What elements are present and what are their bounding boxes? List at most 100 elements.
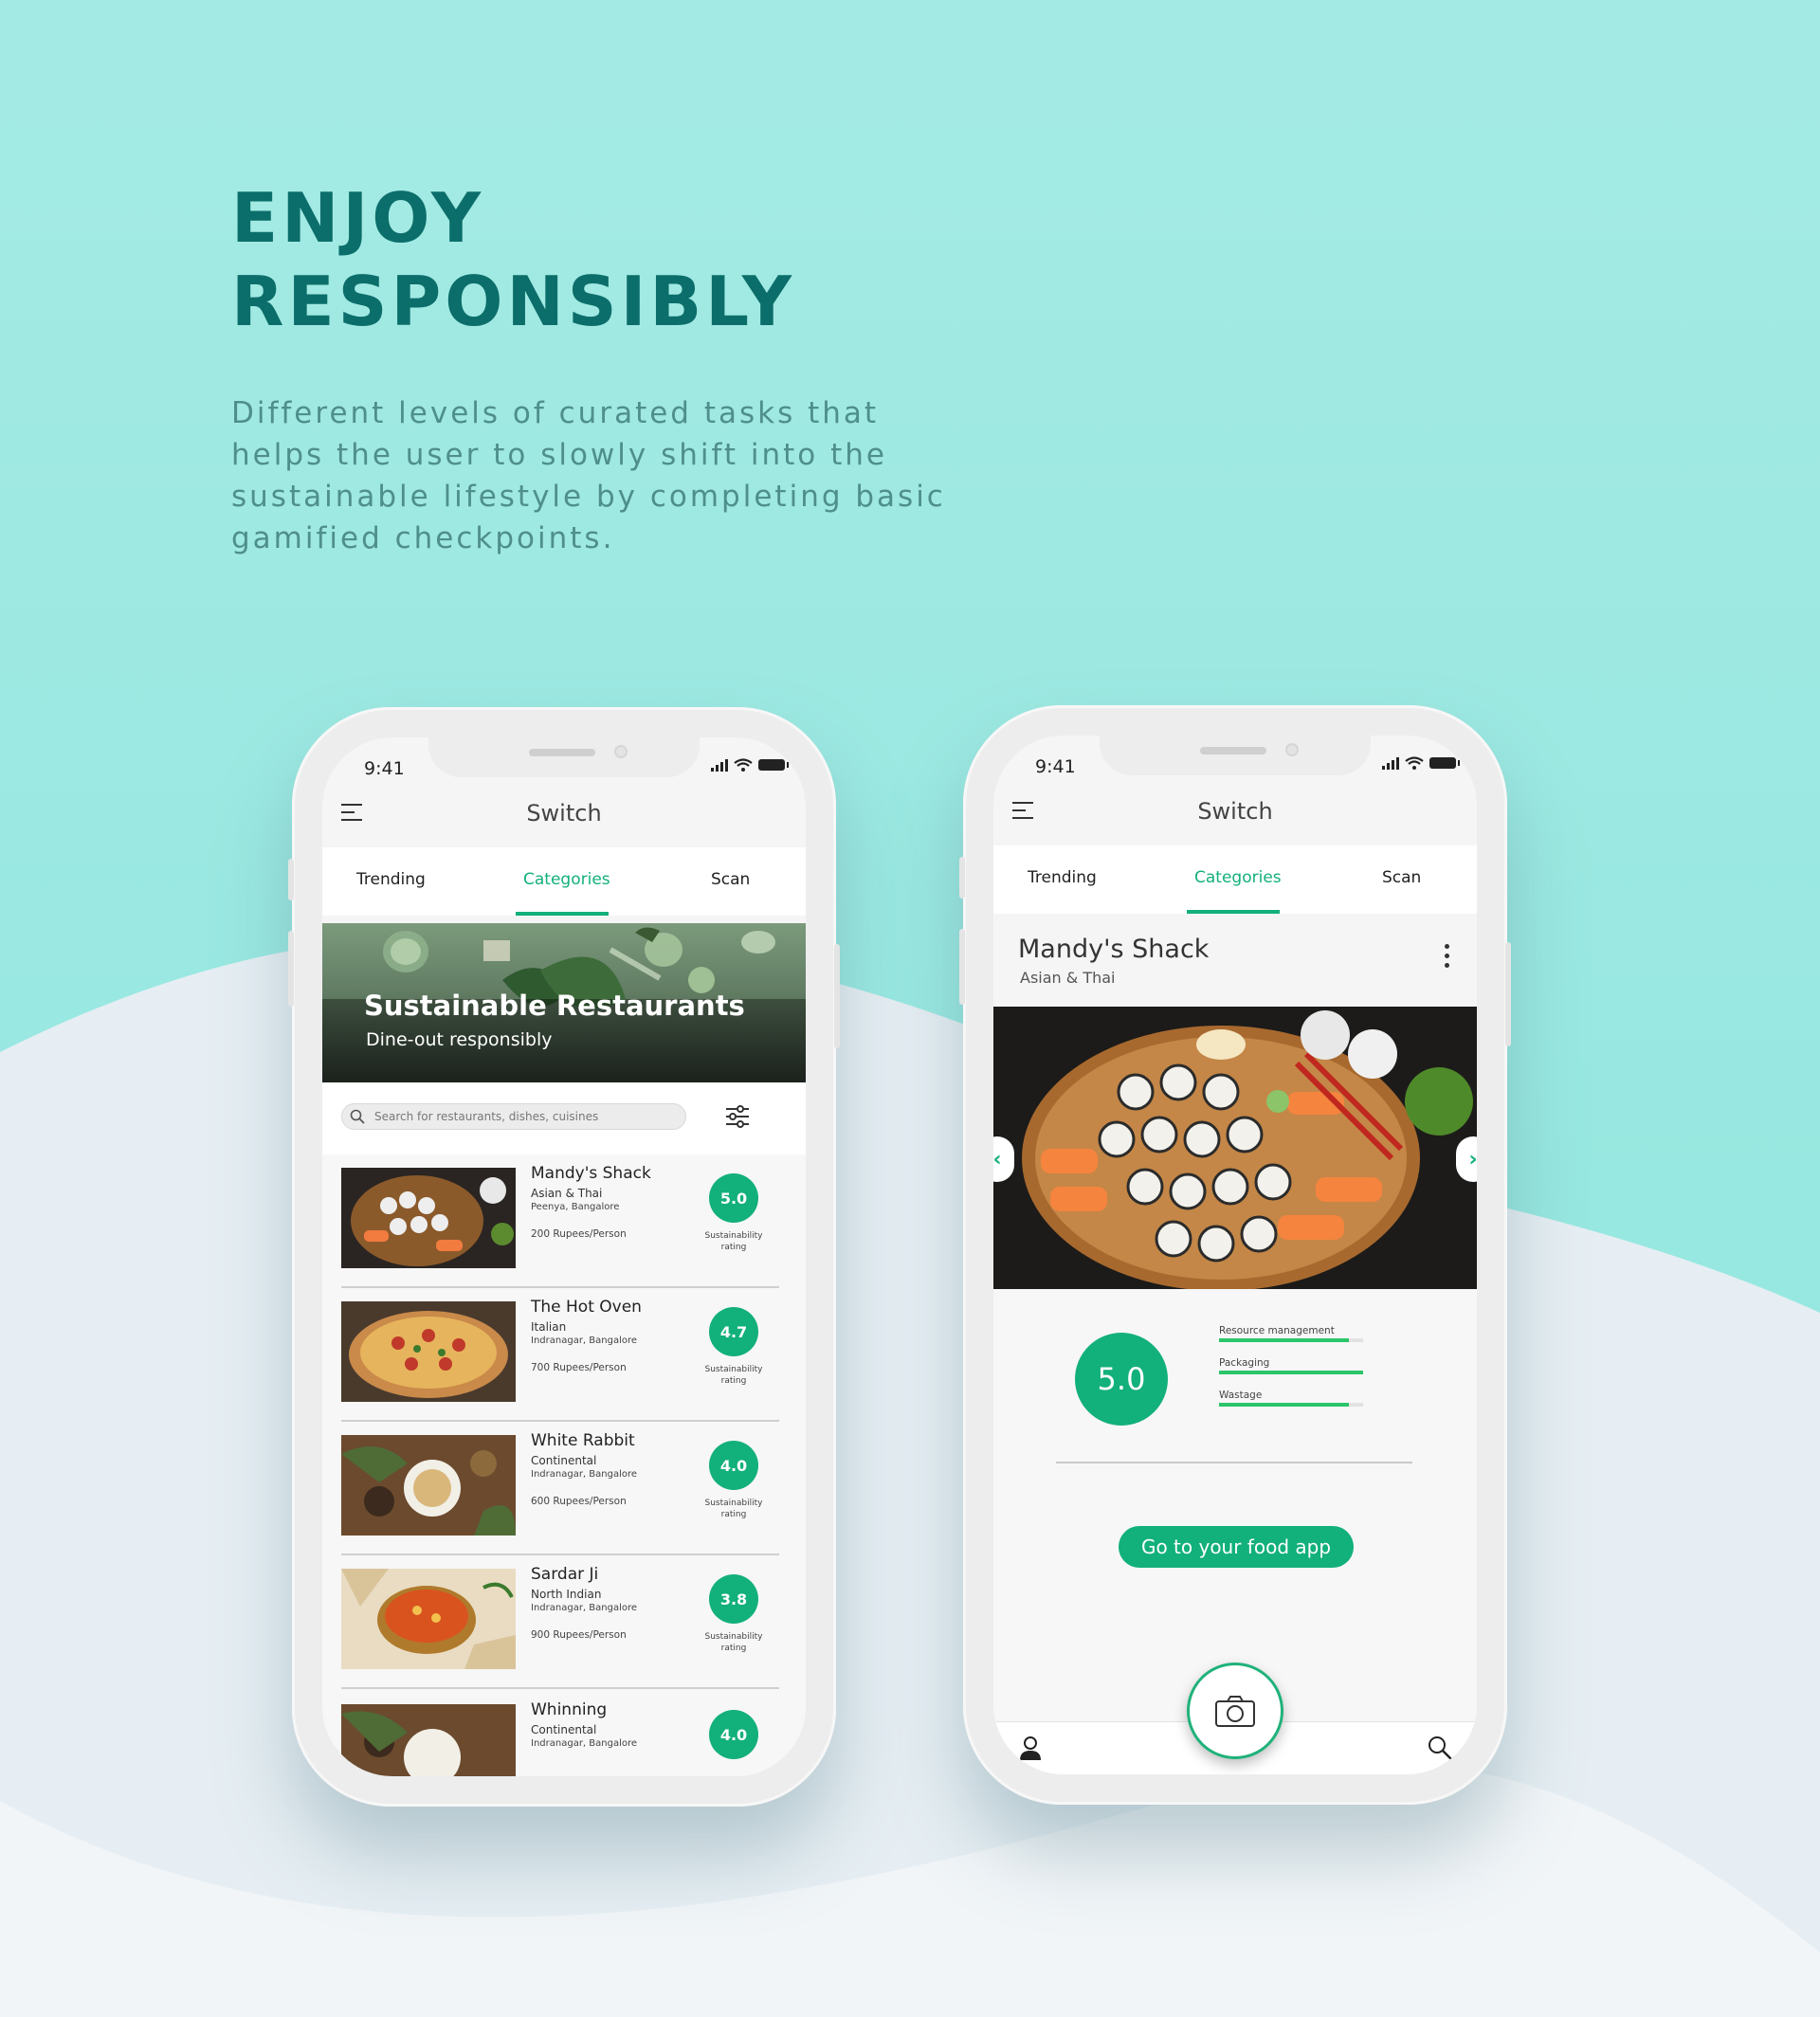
restaurant-location: Indranagar, Bangalore: [531, 1336, 638, 1346]
tab-trending[interactable]: Trending: [356, 870, 426, 889]
search-input[interactable]: Search for restaurants, dishes, cuisines: [341, 1103, 686, 1130]
search-placeholder: Search for restaurants, dishes, cuisines: [374, 1110, 599, 1123]
restaurant-header: Mandy's Shack Asian & Thai: [993, 921, 1477, 997]
restaurant-cuisine: North Indian: [531, 1588, 602, 1601]
restaurant-card[interactable]: Whinning Continental Indranagar, Bangalo…: [341, 1691, 779, 1776]
speaker: [1200, 747, 1266, 754]
go-to-food-app-button[interactable]: Go to your food app: [1119, 1526, 1354, 1568]
restaurant-cuisine: Italian: [531, 1320, 567, 1334]
speaker: [529, 749, 595, 756]
tab-scan[interactable]: Scan: [1382, 868, 1421, 887]
restaurant-location: Indranagar, Bangalore: [531, 1738, 638, 1749]
status-time: 9:41: [364, 758, 405, 779]
sustainability-rating-badge: 5.0: [709, 1173, 758, 1223]
search-icon: [350, 1109, 365, 1124]
battery-icon: [1429, 757, 1460, 769]
signal-icon: [1382, 756, 1399, 770]
camera-icon: [1215, 1696, 1255, 1727]
sustainability-rating-badge: 4.0: [709, 1441, 758, 1490]
restaurant-name: Mandy's Shack: [531, 1164, 651, 1183]
tab-categories[interactable]: Categories: [523, 870, 610, 889]
metric-wastage: Wastage: [1219, 1390, 1363, 1407]
rating-label: Sustainability rating: [704, 1632, 763, 1653]
profile-icon[interactable]: [1016, 1734, 1045, 1762]
metric-track: [1219, 1338, 1363, 1342]
metric-bar: [1219, 1403, 1349, 1407]
search-icon[interactable]: [1426, 1734, 1454, 1762]
restaurant-cuisine: Continental: [531, 1454, 597, 1467]
status-time: 9:41: [1035, 756, 1076, 777]
restaurant-price: 600 Rupees/Person: [531, 1496, 627, 1507]
restaurant-name: The Hot Oven: [531, 1298, 642, 1317]
search-row: Search for restaurants, dishes, cuisines: [322, 1082, 806, 1154]
app-title: Switch: [526, 800, 602, 827]
hero-title: ENJOY RESPONSIBLY: [231, 176, 795, 343]
status-icons: [1382, 756, 1460, 770]
filter-icon[interactable]: [724, 1103, 751, 1130]
restaurant-price: 900 Rupees/Person: [531, 1629, 627, 1641]
metric-packaging: Packaging: [1219, 1357, 1363, 1374]
restaurant-photo-sushi-platter: [993, 1007, 1477, 1289]
more-options-icon[interactable]: [1445, 944, 1450, 972]
tab-bar: Trending Categories Scan: [993, 845, 1477, 914]
restaurant-card[interactable]: White Rabbit Continental Indranagar, Ban…: [341, 1422, 779, 1555]
rating-label: Sustainability rating: [704, 1499, 763, 1519]
sustainable-restaurants-banner[interactable]: Sustainable Restaurants Dine-out respons…: [322, 923, 806, 1082]
side-button: [1505, 942, 1511, 1046]
banner-title: Sustainable Restaurants: [364, 990, 745, 1022]
hero-title-line-1: ENJOY: [231, 178, 485, 258]
restaurant-cuisine: Asian & Thai: [1020, 969, 1116, 987]
wifi-icon: [734, 758, 753, 772]
metric-label: Resource management: [1219, 1325, 1335, 1336]
banner-subtitle: Dine-out responsibly: [366, 1029, 553, 1050]
rating-label: Sustainability rating: [704, 1231, 763, 1252]
side-button: [288, 931, 294, 1007]
restaurant-card[interactable]: Sardar Ji North Indian Indranagar, Banga…: [341, 1555, 779, 1689]
tab-bar: Trending Categories Scan: [322, 847, 806, 916]
tab-trending[interactable]: Trending: [1028, 868, 1097, 887]
restaurant-name: Mandy's Shack: [1018, 935, 1210, 964]
restaurant-card[interactable]: Mandy's Shack Asian & Thai Peenya, Banga…: [341, 1154, 779, 1288]
hero-title-line-2: RESPONSIBLY: [231, 262, 796, 341]
restaurant-card[interactable]: The Hot Oven Italian Indranagar, Bangalo…: [341, 1288, 779, 1422]
app-title: Switch: [1197, 798, 1273, 825]
rating-label: Sustainability rating: [704, 1365, 763, 1386]
app-bar: Switch: [993, 785, 1477, 842]
front-camera: [1285, 743, 1299, 756]
side-button: [288, 859, 294, 900]
restaurant-location: Indranagar, Bangalore: [531, 1603, 638, 1613]
side-button: [959, 857, 965, 899]
tab-scan[interactable]: Scan: [711, 870, 750, 889]
screen-left: 9:41 Switch Trending Categories Scan Sus…: [322, 737, 806, 1776]
restaurant-thumbnail-sushi: [341, 1168, 516, 1268]
restaurant-thumbnail-pizza: [341, 1301, 516, 1402]
metric-bar: [1219, 1338, 1349, 1342]
restaurant-cuisine: Continental: [531, 1723, 597, 1736]
sustainability-rating-badge: 4.7: [709, 1307, 758, 1356]
signal-icon: [711, 758, 728, 772]
front-camera: [614, 745, 628, 758]
metric-label: Packaging: [1219, 1357, 1270, 1369]
divider: [1056, 1462, 1412, 1463]
scan-camera-button[interactable]: [1187, 1663, 1283, 1759]
tab-categories[interactable]: Categories: [1194, 868, 1282, 887]
restaurant-location: Peenya, Bangalore: [531, 1202, 620, 1212]
active-tab-indicator: [1187, 910, 1280, 914]
wifi-icon: [1405, 756, 1424, 770]
hero-description: Different levels of curated tasks that h…: [231, 396, 946, 555]
metric-track: [1219, 1403, 1363, 1407]
notch: [1100, 736, 1371, 775]
next-image-button[interactable]: ›: [1456, 1136, 1477, 1182]
metric-bar: [1219, 1371, 1363, 1374]
restaurant-price: 200 Rupees/Person: [531, 1228, 627, 1240]
restaurant-price: 700 Rupees/Person: [531, 1362, 627, 1373]
side-button: [834, 944, 840, 1048]
sustainability-rating-badge: 5.0: [1075, 1333, 1168, 1426]
sustainability-rating-badge: 3.8: [709, 1574, 758, 1624]
restaurant-name: Sardar Ji: [531, 1565, 599, 1584]
metric-label: Wastage: [1219, 1390, 1263, 1401]
active-tab-indicator: [516, 912, 609, 916]
sustainability-rating-badge: 4.0: [709, 1710, 758, 1759]
app-bar: Switch: [322, 787, 806, 844]
restaurant-name: Whinning: [531, 1700, 608, 1719]
